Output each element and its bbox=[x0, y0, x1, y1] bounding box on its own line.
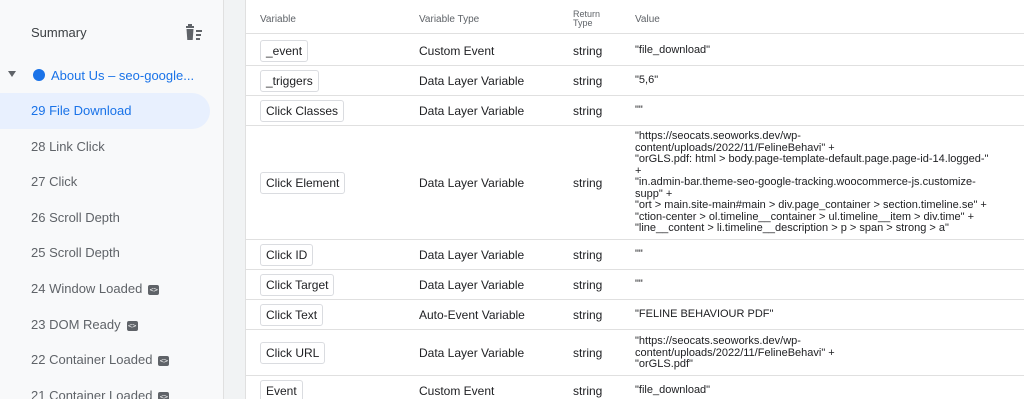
event-label-text: 25 Scroll Depth bbox=[31, 245, 120, 260]
variable-name-chip[interactable]: Click Classes bbox=[260, 100, 345, 122]
page-status-dot-icon bbox=[33, 69, 45, 81]
table-row[interactable]: Click Element Data Layer Variable string "h… bbox=[246, 126, 1024, 240]
variable-type: Custom Event bbox=[419, 384, 495, 398]
variable-type: Custom Event bbox=[419, 44, 495, 58]
code-icon: <> bbox=[126, 320, 138, 331]
table-row[interactable]: Click URL Data Layer Variable string "https… bbox=[246, 330, 1024, 376]
page-item[interactable]: About Us – seo-google... bbox=[0, 62, 223, 90]
variable-type: Data Layer Variable bbox=[419, 74, 525, 88]
return-type: string bbox=[573, 346, 603, 360]
event-item[interactable]: 28 Link Click bbox=[0, 129, 223, 165]
summary-label: Summary bbox=[31, 25, 87, 40]
variable-value: "" bbox=[635, 248, 643, 260]
event-label-text: 23 DOM Ready bbox=[31, 317, 121, 332]
table-header: Variable Variable Type Return Type Value bbox=[246, 0, 1024, 34]
sidebar: Summary About Us – seo-google... 29 File… bbox=[0, 0, 224, 399]
table-row[interactable]: _event Custom Event string "file_download" bbox=[246, 35, 1024, 66]
variable-name-chip[interactable]: Click Text bbox=[260, 304, 324, 326]
event-item[interactable]: 29 File Download bbox=[0, 93, 223, 129]
event-item[interactable]: 23 DOM Ready <> bbox=[0, 307, 223, 343]
event-label: 21 Container Loaded <> bbox=[31, 388, 170, 399]
variable-value: "" bbox=[635, 104, 643, 116]
event-item[interactable]: 26 Scroll Depth bbox=[0, 200, 223, 236]
table-row[interactable]: Click Classes Data Layer Variable string "" bbox=[246, 96, 1024, 126]
header-variable-type: Variable Type bbox=[419, 14, 480, 25]
tag-assistant-window: Summary About Us – seo-google... 29 File… bbox=[0, 0, 1024, 399]
return-type: string bbox=[573, 104, 603, 118]
return-type: string bbox=[573, 74, 603, 88]
expand-caret-icon[interactable] bbox=[8, 71, 16, 77]
variable-type: Auto-Event Variable bbox=[419, 308, 525, 322]
return-type: string bbox=[573, 278, 603, 292]
event-item[interactable]: 25 Scroll Depth bbox=[0, 235, 223, 271]
variable-type: Data Layer Variable bbox=[419, 248, 525, 262]
event-label: 24 Window Loaded <> bbox=[31, 281, 160, 296]
event-label: 26 Scroll Depth bbox=[31, 210, 120, 225]
event-label: 28 Link Click bbox=[31, 139, 105, 154]
event-label-text: 28 Link Click bbox=[31, 139, 105, 154]
variable-value: "5,6" bbox=[635, 74, 659, 86]
header-value: Value bbox=[635, 14, 660, 25]
variable-name-chip[interactable]: Click URL bbox=[260, 342, 326, 364]
variable-value: "https://seocats.seoworks.dev/wp- conten… bbox=[635, 130, 989, 234]
clear-messages-icon[interactable] bbox=[182, 24, 204, 42]
table-row[interactable]: Click Target Data Layer Variable string "" bbox=[246, 270, 1024, 300]
summary-item[interactable]: Summary bbox=[0, 14, 223, 50]
variable-value: "" bbox=[635, 278, 643, 290]
event-item[interactable]: 24 Window Loaded <> bbox=[0, 271, 223, 307]
code-icon: <> bbox=[148, 284, 160, 295]
header-variable: Variable bbox=[260, 14, 296, 25]
header-return-type: Return Type bbox=[573, 9, 601, 28]
variable-value: "file_download" bbox=[635, 44, 711, 56]
event-item[interactable]: 22 Container Loaded <> bbox=[0, 342, 223, 378]
code-icon: <> bbox=[158, 391, 170, 399]
table-row[interactable]: _triggers Data Layer Variable string "5,6" bbox=[246, 66, 1024, 96]
event-label-text: 26 Scroll Depth bbox=[31, 210, 120, 225]
event-label: 27 Click bbox=[31, 174, 77, 189]
return-type: string bbox=[573, 308, 603, 322]
variable-name-chip[interactable]: Event bbox=[260, 380, 303, 399]
variable-name-chip[interactable]: Click Element bbox=[260, 172, 346, 194]
table-row[interactable]: Click Text Auto-Event Variable string "FELI… bbox=[246, 300, 1024, 330]
event-label: 29 File Download bbox=[31, 103, 131, 118]
page-title: About Us – seo-google... bbox=[51, 68, 195, 83]
variable-type: Data Layer Variable bbox=[419, 278, 525, 292]
variable-name-chip[interactable]: _triggers bbox=[260, 70, 319, 92]
event-label: 25 Scroll Depth bbox=[31, 245, 120, 260]
variable-value: "FELINE BEHAVIOUR PDF" bbox=[635, 308, 774, 320]
variable-type: Data Layer Variable bbox=[419, 176, 525, 190]
variable-type: Data Layer Variable bbox=[419, 104, 525, 118]
variable-value: "file_download" bbox=[635, 384, 711, 396]
return-type: string bbox=[573, 384, 603, 398]
return-type: string bbox=[573, 176, 603, 190]
event-label-text: 29 File Download bbox=[31, 103, 132, 118]
event-label: 22 Container Loaded <> bbox=[31, 352, 170, 367]
variable-name-chip[interactable]: Click Target bbox=[260, 274, 335, 296]
table-row[interactable]: Event Custom Event string "file_download" bbox=[246, 376, 1024, 399]
event-label-text: 22 Container Loaded bbox=[31, 352, 153, 367]
return-type: string bbox=[573, 248, 603, 262]
return-type: string bbox=[573, 44, 603, 58]
variable-type: Data Layer Variable bbox=[419, 346, 525, 360]
event-label-text: 21 Container Loaded bbox=[31, 388, 153, 399]
event-label: 23 DOM Ready <> bbox=[31, 317, 138, 332]
event-label-text: 24 Window Loaded bbox=[31, 281, 143, 296]
event-item[interactable]: 21 Container Loaded <> bbox=[0, 378, 223, 399]
variable-value: "https://seocats.seoworks.dev/wp- conten… bbox=[635, 335, 835, 370]
variable-name-chip[interactable]: _event bbox=[260, 40, 309, 62]
event-item[interactable]: 27 Click bbox=[0, 164, 223, 200]
table-row[interactable]: Click ID Data Layer Variable string "" bbox=[246, 240, 1024, 270]
event-label-text: 27 Click bbox=[31, 174, 78, 189]
code-icon: <> bbox=[158, 355, 170, 366]
variable-name-chip[interactable]: Click ID bbox=[260, 244, 314, 266]
variables-panel: Variable Variable Type Return Type Value… bbox=[245, 0, 1024, 399]
